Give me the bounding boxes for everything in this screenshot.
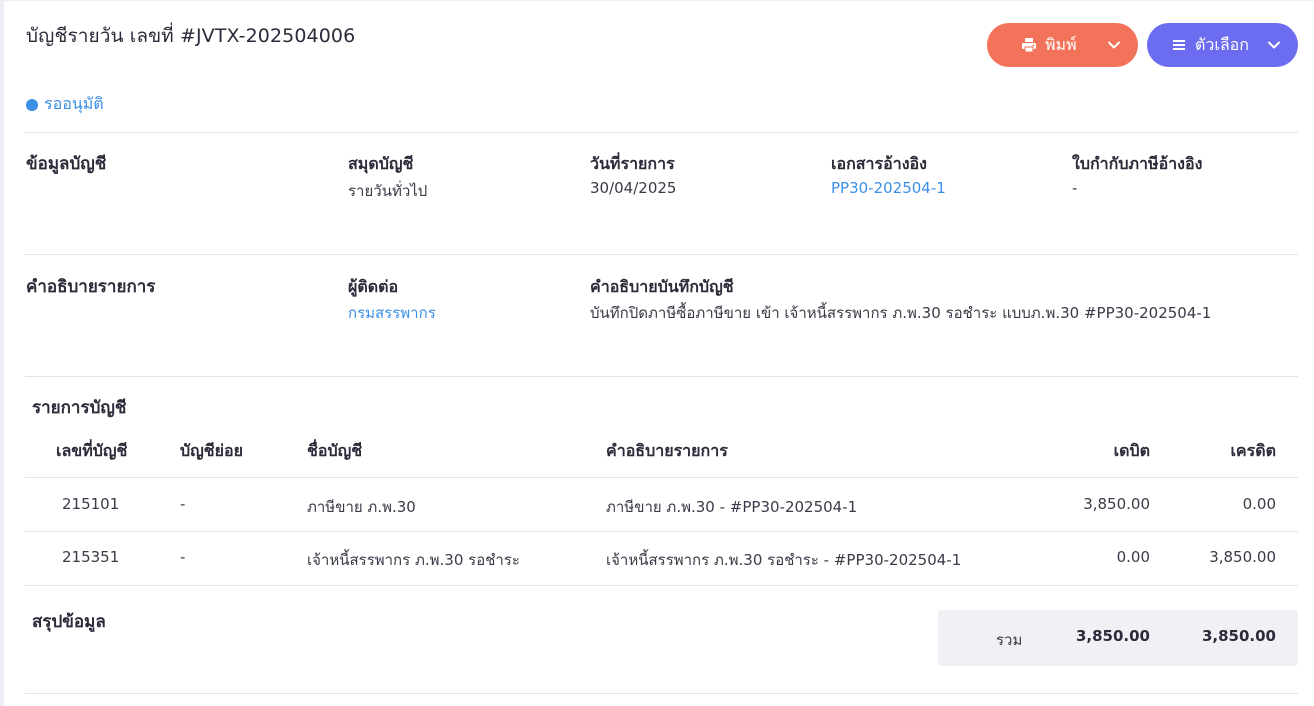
column-header-debit: เดบิต [1113, 441, 1150, 460]
cell-description: เจ้าหนี้สรรพากร ภ.พ.30 รอชำระ - #PP30-20… [606, 551, 962, 569]
cell-account-no: 215101 [62, 495, 120, 513]
ledger-label: สมุดบัญชี [348, 154, 414, 173]
divider [25, 254, 1298, 255]
cell-debit: 3,850.00 [1083, 495, 1150, 513]
tax-invoice-label: ใบกำกับภาษีอ้างอิง [1072, 154, 1203, 173]
status-dot-icon [26, 98, 38, 111]
page-title: บัญชีรายวัน เลขที่ #JVTX-202504006 [26, 25, 356, 47]
description-section-label: คำอธิบายรายการ [26, 277, 156, 297]
divider [25, 693, 1298, 694]
cell-debit: 0.00 [1116, 548, 1150, 566]
journal-entry-page: บัญชีรายวัน เลขที่ #JVTX-202504006 พิมพ์… [0, 0, 1314, 706]
chevron-down-icon[interactable] [1106, 37, 1122, 53]
print-button-label: พิมพ์ [1045, 34, 1077, 54]
total-credit: 3,850.00 [1201, 627, 1276, 645]
ref-doc-label: เอกสารอ้างอิง [831, 154, 927, 173]
menu-icon [1169, 35, 1189, 55]
note-value: บันทึกปิดภาษีซื้อภาษีขาย เข้า เจ้าหนี้สร… [590, 304, 1212, 322]
cell-account-name: เจ้าหนี้สรรพากร ภ.พ.30 รอชำระ [307, 551, 520, 569]
date-value: 30/04/2025 [590, 179, 677, 197]
account-info-section-label: ข้อมูลบัญชี [26, 154, 107, 174]
entries-section-label: รายการบัญชี [32, 398, 127, 418]
cell-account-name: ภาษีขาย ภ.พ.30 [307, 498, 416, 516]
total-label: รวม [996, 631, 1023, 649]
ledger-value: รายวันทั่วไป [348, 182, 428, 200]
ref-doc-link[interactable]: PP30-202504-1 [831, 179, 946, 197]
column-header-credit: เครดิต [1230, 441, 1276, 460]
print-button[interactable]: พิมพ์ [987, 23, 1138, 67]
date-label: วันที่รายการ [590, 154, 675, 173]
note-label: คำอธิบายบันทึกบัญชี [590, 277, 734, 296]
tax-invoice-value: - [1072, 179, 1078, 197]
status-badge: รออนุมัติ [26, 92, 104, 117]
divider [25, 585, 1298, 586]
options-button[interactable]: ตัวเลือก [1147, 23, 1298, 67]
cell-credit: 3,850.00 [1209, 548, 1276, 566]
status-label: รออนุมัติ [44, 94, 104, 113]
column-header-description: คำอธิบายรายการ [606, 441, 728, 460]
divider [25, 531, 1298, 532]
chevron-down-icon[interactable] [1266, 37, 1282, 53]
cell-description: ภาษีขาย ภ.พ.30 - #PP30-202504-1 [606, 498, 858, 516]
divider [25, 376, 1298, 377]
contact-label: ผู้ติดต่อ [348, 277, 399, 296]
divider [25, 477, 1298, 478]
column-header-account-name: ชื่อบัญชี [307, 441, 363, 460]
options-button-label: ตัวเลือก [1195, 34, 1249, 54]
cell-account-no: 215351 [62, 548, 120, 566]
column-header-sub-account: บัญชีย่อย [180, 441, 244, 460]
column-header-account-no: เลขที่บัญชี [56, 441, 128, 460]
summary-totals-box: รวม 3,850.00 3,850.00 [938, 610, 1298, 666]
divider [25, 132, 1298, 133]
total-debit: 3,850.00 [1075, 627, 1150, 645]
cell-credit: 0.00 [1242, 495, 1276, 513]
cell-sub-account: - [180, 495, 186, 513]
cell-sub-account: - [180, 548, 186, 566]
printer-icon [1019, 35, 1039, 55]
summary-section-label: สรุปข้อมูล [32, 612, 106, 632]
contact-link[interactable]: กรมสรรพากร [348, 301, 436, 325]
